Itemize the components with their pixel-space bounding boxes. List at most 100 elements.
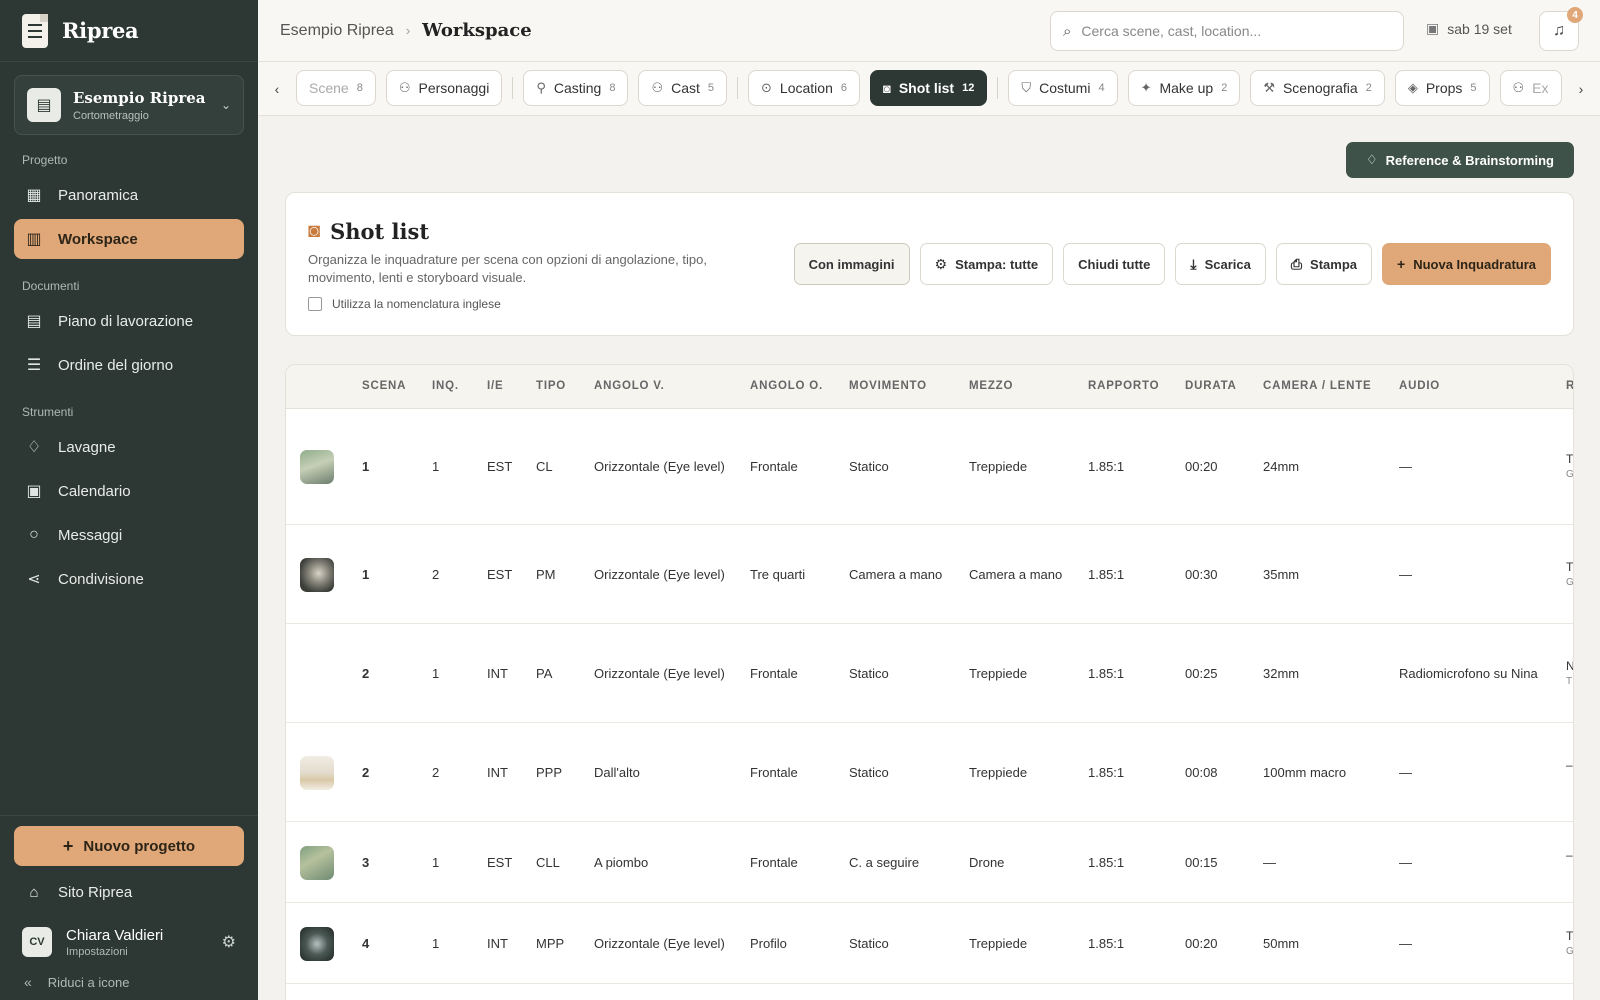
sidebar-item-label: Panoramica: [58, 186, 139, 204]
gear-icon: ⚙: [934, 255, 948, 272]
table-row[interactable]: 2 2 INT PPP Dall'alto Frontale Statico Treppied…: [286, 723, 1573, 822]
cell-angolo-o: Profilo: [750, 935, 787, 951]
gear-icon[interactable]: ⚙: [222, 932, 236, 952]
cell-angolo-v: A piombo: [594, 854, 649, 870]
storyboard-thumbnail[interactable]: [300, 755, 334, 790]
tab-cast[interactable]: ⚇ Cast 5: [638, 70, 728, 106]
sidebar-item-calendario[interactable]: ▣ Calendario: [14, 471, 244, 511]
print-all-button[interactable]: ⚙ Stampa: tutte: [919, 243, 1054, 285]
sidebar-item-lavagne[interactable]: ♢ Lavagne: [14, 427, 244, 467]
sidebar-item-panoramica[interactable]: ▦ Panoramica: [14, 175, 244, 215]
col-header-audio[interactable]: AUDIO: [1399, 380, 1440, 392]
cell-durata: 00:30: [1185, 566, 1218, 582]
table-row[interactable]: 4 1 INT MPP Orizzontale (Eye level) Profilo St…: [286, 903, 1573, 984]
film-icon: ▥: [26, 231, 42, 248]
collapse-sidebar-button[interactable]: « Riduci a icone: [0, 964, 258, 1000]
users-icon: ⚇: [651, 80, 664, 95]
tab-count: 2: [1221, 82, 1228, 94]
storyboard-thumbnail[interactable]: [300, 557, 334, 592]
table-row[interactable]: 2 1 INT PA Orizzontale (Eye level) Frontale St…: [286, 624, 1573, 723]
tab-extra[interactable]: ⚇ Ex: [1499, 70, 1562, 106]
group-icon: ⚇: [1512, 80, 1525, 95]
col-header-movimento[interactable]: MOVIMENTO: [849, 380, 927, 392]
collapse-label: Riduci a icone: [47, 974, 130, 990]
col-header-scena[interactable]: SCENA: [362, 380, 406, 392]
user-profile[interactable]: CV Chiara Valdieri Impostazioni ⚙: [0, 912, 258, 964]
panel-title: ◙ Shot list: [308, 219, 429, 244]
map-pin-icon: ⊙: [761, 80, 772, 95]
new-shot-button[interactable]: + Nuova Inquadratura: [1382, 243, 1551, 285]
cell-scena: 2: [362, 665, 370, 681]
tab-scene[interactable]: Scene 8: [296, 70, 376, 106]
storyboard-thumbnail[interactable]: [300, 845, 334, 880]
col-header-camera[interactable]: CAMERA / LENTE: [1263, 380, 1372, 392]
app-name: Riprea: [62, 18, 139, 43]
cell-ie: EST: [487, 854, 513, 870]
tab-costumi[interactable]: ⛉ Costumi 4: [1008, 70, 1118, 106]
cell-mezzo: Treppiede: [969, 459, 1028, 474]
cell-angolo-v: Dall'alto: [594, 764, 640, 780]
close-all-button[interactable]: Chiudi tutte: [1063, 243, 1166, 285]
cell-camera: 100mm macro: [1263, 764, 1347, 780]
sidebar-item-piano[interactable]: ▤ Piano di lavorazione: [14, 301, 244, 341]
tab-count: 5: [707, 82, 715, 94]
tab-personaggi[interactable]: ⚇ Personaggi: [385, 70, 503, 106]
tab-location[interactable]: ⊙ Location 6: [748, 70, 860, 106]
search-input[interactable]: [1081, 23, 1403, 39]
avatar: CV: [22, 927, 52, 957]
project-switcher[interactable]: ▤ Esempio Riprea Cortometraggio ⌄: [14, 75, 244, 135]
english-nomenclature-checkbox[interactable]: [308, 297, 322, 311]
tabs-scroll-right-button[interactable]: ›: [1562, 62, 1600, 115]
storyboard-thumbnail[interactable]: [300, 450, 334, 484]
sidebar-item-ordine[interactable]: ☰ Ordine del giorno: [14, 345, 244, 385]
col-header-durata[interactable]: DURATA: [1185, 380, 1237, 392]
storyboard-thumbnail[interactable]: [300, 926, 334, 961]
cell-audio: —: [1399, 459, 1412, 474]
col-header-tipo[interactable]: TIPO: [536, 380, 566, 392]
cell-extra: –: [1566, 847, 1573, 863]
cell-extra: TG: [1566, 451, 1573, 483]
col-header-mezzo[interactable]: MEZZO: [969, 380, 1013, 392]
with-images-toggle[interactable]: Con immagini: [793, 243, 910, 285]
col-header-extra[interactable]: R: [1566, 380, 1573, 392]
sidebar-item-workspace[interactable]: ▥ Workspace: [14, 219, 244, 259]
table-row[interactable]: 1 2 EST PM Orizzontale (Eye level) Tre quarti…: [286, 525, 1573, 624]
user-check-icon: ⚲: [536, 80, 546, 95]
tabs-scroll-left-button[interactable]: ‹: [258, 62, 296, 115]
download-label: Scarica: [1204, 256, 1251, 272]
sidebar-item-condivisione[interactable]: ⋖ Condivisione: [14, 559, 244, 599]
tab-shot-list[interactable]: ◙ Shot list 12: [869, 70, 988, 106]
print-button[interactable]: ⎙ Stampa: [1275, 243, 1373, 285]
sidebar-item-messaggi[interactable]: ○ Messaggi: [14, 515, 244, 555]
notifications-button[interactable]: ♫ 4: [1539, 7, 1583, 51]
new-project-label: Nuovo progetto: [83, 837, 196, 855]
breadcrumb-root[interactable]: Esempio Riprea: [280, 22, 394, 40]
plus-icon: +: [62, 835, 74, 856]
col-header-angolo-o[interactable]: ANGOLO O.: [750, 380, 823, 392]
download-button[interactable]: ⤓ Scarica: [1175, 243, 1266, 285]
home-icon: ⌂: [29, 883, 39, 901]
tab-label: Ex: [1532, 80, 1549, 96]
users-icon: ⚇: [398, 80, 411, 95]
new-project-button[interactable]: + Nuovo progetto: [14, 826, 244, 866]
reference-brainstorming-button[interactable]: ♢ Reference & Brainstorming: [1346, 142, 1574, 178]
site-link[interactable]: ⌂ Sito Riprea: [14, 872, 244, 912]
project-name: Esempio Riprea: [73, 88, 206, 107]
col-header-ie[interactable]: I/E: [487, 380, 503, 392]
cell-extra: –: [1566, 757, 1573, 773]
tab-casting[interactable]: ⚲ Casting 8: [523, 70, 629, 106]
camera-icon: ◙: [308, 220, 321, 242]
tab-props[interactable]: ◈ Props 5: [1394, 70, 1490, 106]
search-box[interactable]: ⌕: [1050, 11, 1404, 51]
col-header-inq[interactable]: INQ.: [432, 380, 459, 392]
english-nomenclature-option[interactable]: Utilizza la nomenclatura inglese: [308, 297, 501, 311]
table-row[interactable]: 3 1 EST CLL A piombo Frontale C. a seguire Dron…: [286, 822, 1573, 903]
logo-icon: [22, 13, 48, 48]
tab-scenografia[interactable]: ⚒ Scenografia 2: [1250, 70, 1385, 106]
tab-label: Shot list: [898, 80, 955, 96]
col-header-angolo-v[interactable]: ANGOLO V.: [594, 380, 665, 392]
col-header-rapporto[interactable]: RAPPORTO: [1088, 380, 1159, 392]
table-row[interactable]: 1 1 EST CL Orizzontale (Eye level) Frontale St…: [286, 409, 1573, 525]
tab-make-up[interactable]: ✦ Make up 2: [1127, 70, 1241, 106]
clapperboard-icon: ▤: [26, 313, 42, 330]
